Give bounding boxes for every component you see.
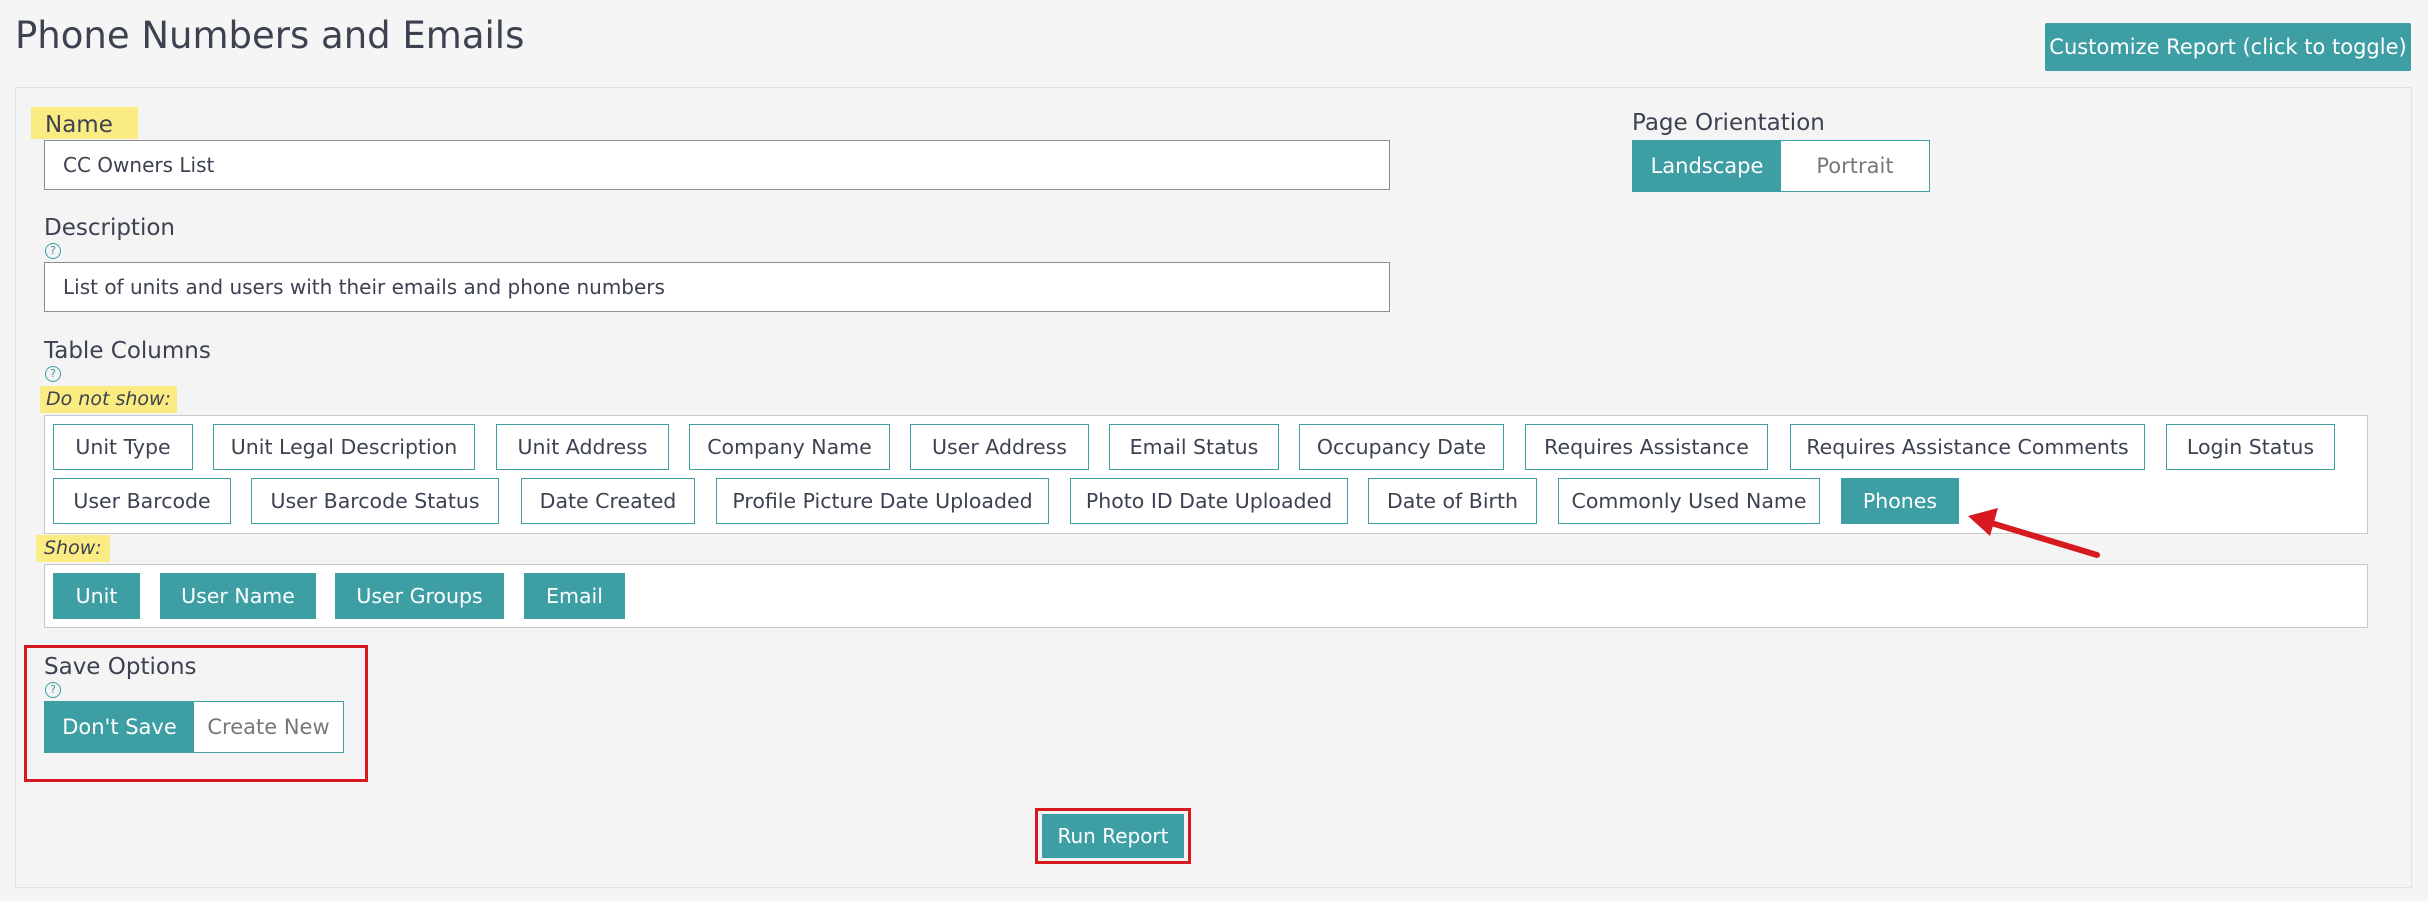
page-orientation-toggle: Landscape Portrait: [1632, 140, 1930, 192]
column-chip-email[interactable]: Email: [524, 573, 625, 619]
column-chip-unit-legal-description[interactable]: Unit Legal Description: [213, 424, 475, 470]
save-options-toggle: Don't Save Create New: [44, 701, 344, 753]
column-chip-unit-type[interactable]: Unit Type: [53, 424, 193, 470]
column-chip-user-address[interactable]: User Address: [910, 424, 1089, 470]
landscape-option[interactable]: Landscape: [1633, 141, 1781, 191]
save-options-label: Save Options: [44, 654, 197, 680]
column-chip-phones[interactable]: Phones: [1841, 478, 1959, 524]
portrait-option[interactable]: Portrait: [1781, 141, 1929, 191]
do-not-show-label: Do not show:: [40, 386, 177, 413]
annotation-arrow-icon: [1968, 508, 2100, 558]
column-chip-profile-picture-date-uploaded[interactable]: Profile Picture Date Uploaded: [716, 478, 1049, 524]
table-columns-help-icon[interactable]: ?: [45, 366, 61, 382]
page-orientation-label: Page Orientation: [1632, 110, 1825, 136]
description-label: Description: [44, 215, 175, 241]
column-chip-login-status[interactable]: Login Status: [2166, 424, 2335, 470]
show-label: Show:: [36, 535, 110, 562]
create-new-option[interactable]: Create New: [194, 702, 343, 752]
column-chip-unit-address[interactable]: Unit Address: [496, 424, 669, 470]
column-chip-user-name[interactable]: User Name: [160, 573, 316, 619]
dont-save-option[interactable]: Don't Save: [45, 702, 194, 752]
name-label: Name: [31, 107, 138, 139]
description-input[interactable]: [44, 262, 1390, 312]
column-chip-requires-assistance[interactable]: Requires Assistance: [1525, 424, 1768, 470]
column-chip-date-created[interactable]: Date Created: [521, 478, 695, 524]
name-input[interactable]: [44, 140, 1390, 190]
column-chip-commonly-used-name[interactable]: Commonly Used Name: [1558, 478, 1820, 524]
column-chip-company-name[interactable]: Company Name: [689, 424, 890, 470]
column-chip-user-groups[interactable]: User Groups: [335, 573, 504, 619]
run-report-button[interactable]: Run Report: [1042, 814, 1184, 858]
column-chip-occupancy-date[interactable]: Occupancy Date: [1299, 424, 1504, 470]
customize-report-button[interactable]: Customize Report (click to toggle): [2045, 23, 2411, 71]
column-chip-requires-assistance-comments[interactable]: Requires Assistance Comments: [1790, 424, 2145, 470]
column-chip-user-barcode[interactable]: User Barcode: [53, 478, 231, 524]
table-columns-label: Table Columns: [44, 338, 211, 364]
description-help-icon[interactable]: ?: [45, 243, 61, 259]
save-options-help-icon[interactable]: ?: [45, 682, 61, 698]
column-chip-date-of-birth[interactable]: Date of Birth: [1368, 478, 1537, 524]
column-chip-unit[interactable]: Unit: [53, 573, 140, 619]
column-chip-user-barcode-status[interactable]: User Barcode Status: [251, 478, 499, 524]
page-title: Phone Numbers and Emails: [15, 14, 525, 57]
column-chip-photo-id-date-uploaded[interactable]: Photo ID Date Uploaded: [1070, 478, 1348, 524]
column-chip-email-status[interactable]: Email Status: [1109, 424, 1279, 470]
